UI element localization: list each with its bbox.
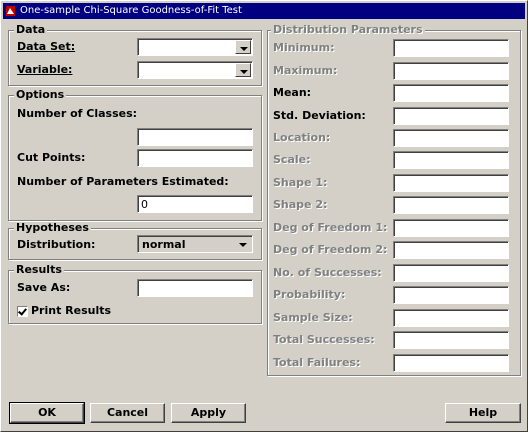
- param-input-shape-2[interactable]: [393, 196, 509, 214]
- app-icon: [6, 6, 15, 16]
- param-input-minimum[interactable]: [393, 39, 509, 57]
- param-label-deg-freedom-1: Deg of Freedom 1:: [273, 221, 388, 234]
- save-as-input[interactable]: [137, 279, 253, 297]
- distribution-params-legend: Distribution Parameters: [271, 23, 425, 36]
- options-group-legend: Options: [14, 88, 67, 101]
- param-label-maximum: Maximum:: [273, 64, 338, 77]
- param-input-shape-1[interactable]: [393, 174, 509, 192]
- data-group-legend: Data: [14, 23, 48, 36]
- distribution-label: Distribution:: [17, 238, 96, 251]
- cut-points-label: Cut Points:: [17, 151, 86, 164]
- param-input-std-deviation[interactable]: [393, 107, 509, 125]
- num-params-label: Number of Parameters Estimated:: [17, 175, 229, 188]
- param-input-total-successes[interactable]: [393, 331, 509, 349]
- param-input-total-failures[interactable]: [393, 354, 509, 372]
- results-group-legend: Results: [14, 263, 64, 276]
- cancel-button[interactable]: Cancel: [90, 403, 165, 423]
- dataset-combo[interactable]: [137, 38, 253, 56]
- dataset-label: Data Set:: [17, 40, 76, 53]
- param-input-mean[interactable]: [393, 84, 509, 102]
- param-label-std-deviation: Std. Deviation:: [273, 109, 366, 122]
- print-results-label[interactable]: Print Results: [31, 304, 111, 318]
- variable-label: Variable:: [17, 63, 73, 76]
- title-bar[interactable]: One-sample Chi-Square Goodness-of-Fit Te…: [3, 3, 525, 19]
- chevron-down-icon[interactable]: [235, 63, 251, 77]
- param-label-total-failures: Total Failures:: [273, 356, 361, 369]
- param-input-deg-freedom-1[interactable]: [393, 219, 509, 237]
- param-label-shape-1: Shape 1:: [273, 176, 328, 189]
- chevron-down-icon[interactable]: [235, 237, 251, 251]
- cut-points-input[interactable]: [137, 149, 253, 167]
- apply-button[interactable]: Apply: [171, 403, 246, 423]
- param-input-no-successes[interactable]: [393, 264, 509, 282]
- param-label-probability: Probability:: [273, 288, 346, 301]
- param-input-probability[interactable]: [393, 286, 509, 304]
- param-label-no-successes: No. of Successes:: [273, 266, 382, 279]
- print-results-checkbox[interactable]: [17, 306, 28, 317]
- param-input-sample-size[interactable]: [393, 309, 509, 327]
- param-input-scale[interactable]: [393, 151, 509, 169]
- param-label-mean: Mean:: [273, 86, 312, 99]
- param-label-minimum: Minimum:: [273, 41, 335, 54]
- num-classes-label: Number of Classes:: [17, 107, 138, 120]
- dialog-window: One-sample Chi-Square Goodness-of-Fit Te…: [0, 0, 528, 432]
- distribution-value: normal: [142, 238, 186, 251]
- param-label-location: Location:: [273, 131, 331, 144]
- num-classes-input[interactable]: [137, 128, 253, 146]
- ok-button[interactable]: OK: [9, 402, 85, 424]
- param-label-scale: Scale:: [273, 153, 311, 166]
- param-input-maximum[interactable]: [393, 62, 509, 80]
- num-params-input[interactable]: [137, 195, 253, 213]
- param-label-total-successes: Total Successes:: [273, 333, 375, 346]
- param-label-shape-2: Shape 2:: [273, 198, 328, 211]
- param-input-deg-freedom-2[interactable]: [393, 241, 509, 259]
- save-as-label: Save As:: [17, 281, 71, 294]
- help-button[interactable]: Help: [445, 403, 521, 423]
- param-label-sample-size: Sample Size:: [273, 311, 353, 324]
- distribution-combo[interactable]: normal: [137, 235, 253, 253]
- hypotheses-group-legend: Hypotheses: [14, 221, 91, 234]
- param-input-location[interactable]: [393, 129, 509, 147]
- window-title: One-sample Chi-Square Goodness-of-Fit Te…: [20, 5, 242, 16]
- param-label-deg-freedom-2: Deg of Freedom 2:: [273, 243, 388, 256]
- variable-combo[interactable]: [137, 61, 253, 79]
- chevron-down-icon[interactable]: [235, 40, 251, 54]
